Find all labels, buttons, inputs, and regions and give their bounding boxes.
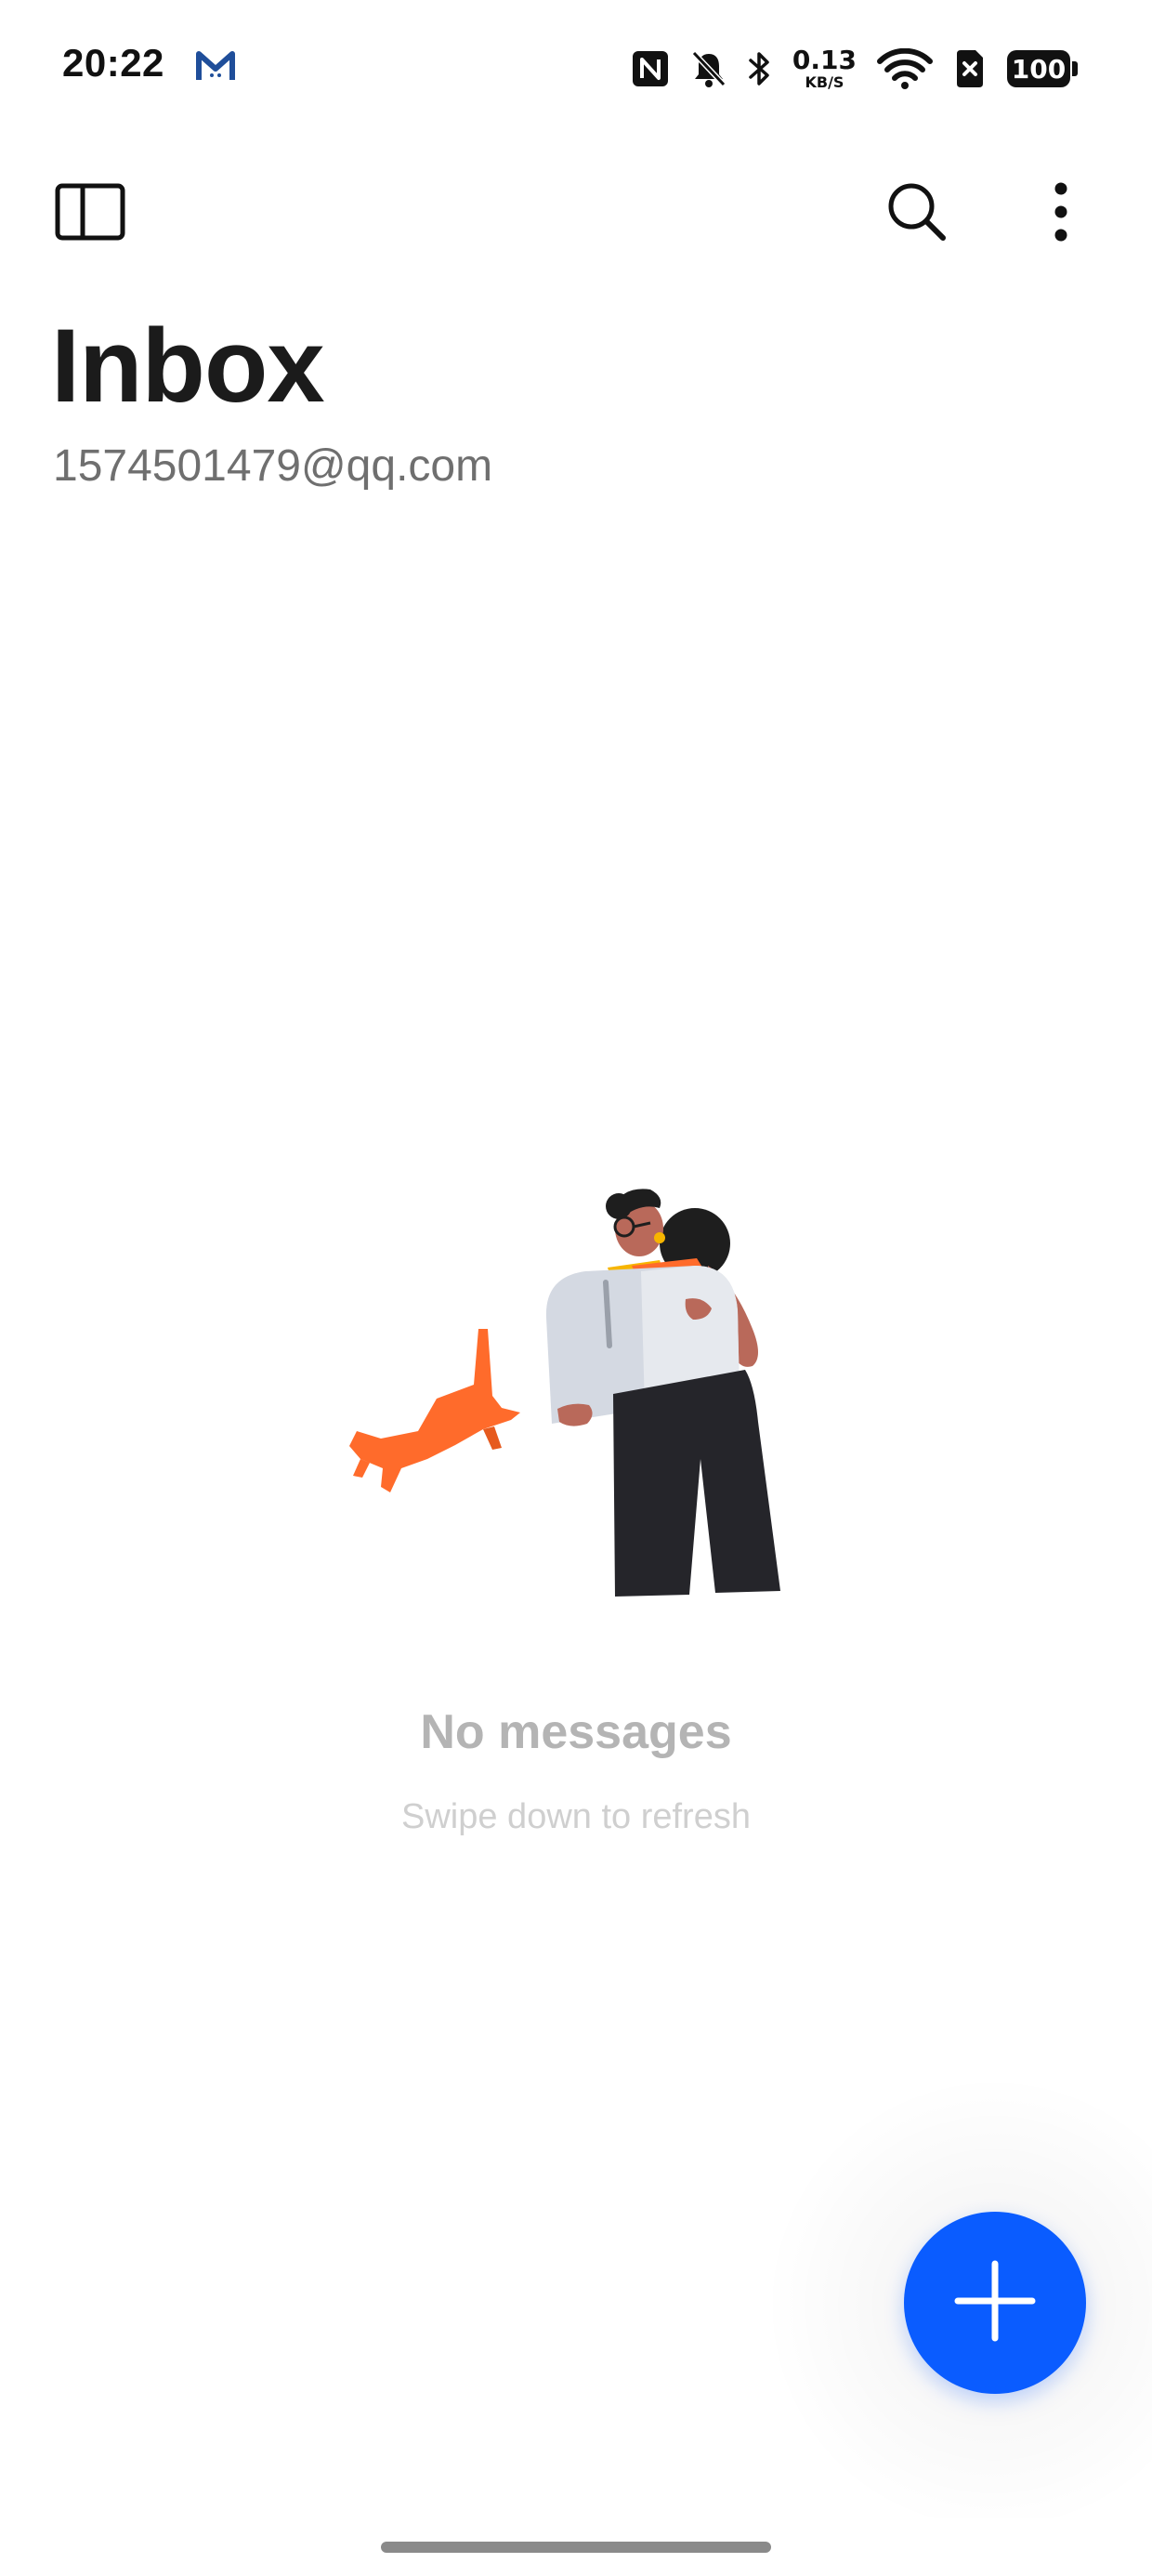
- battery-icon: 100: [1007, 50, 1078, 87]
- more-vert-icon: [1052, 181, 1070, 247]
- bluetooth-icon: [748, 49, 772, 88]
- status-bar: 20:22 0.13 KB/S 100: [0, 0, 1152, 139]
- wifi-icon: [877, 48, 933, 89]
- nfc-icon: [631, 49, 670, 88]
- cat-illustration: [349, 1329, 520, 1492]
- empty-inbox-illustration: [344, 1180, 790, 1645]
- more-options-button[interactable]: [1015, 167, 1107, 260]
- account-email: 1574501479@qq.com: [53, 441, 493, 491]
- home-indicator[interactable]: [381, 2542, 771, 2553]
- bell-muted-icon: [690, 49, 727, 88]
- page-title: Inbox: [51, 308, 325, 424]
- battery-level: 100: [1007, 50, 1070, 87]
- net-speed-unit: KB/S: [805, 73, 844, 91]
- status-icons: 0.13 KB/S 100: [631, 41, 1078, 97]
- status-time: 20:22: [62, 41, 164, 85]
- compose-fab[interactable]: [904, 2212, 1086, 2394]
- net-speed-indicator: 0.13 KB/S: [792, 47, 857, 90]
- empty-state-title: No messages: [420, 1705, 732, 1759]
- drawer-toggle-button[interactable]: [44, 167, 137, 260]
- drawer-toggle-icon: [55, 183, 125, 245]
- search-button[interactable]: [871, 167, 963, 260]
- sim-x-icon: [953, 48, 987, 89]
- net-speed-value: 0.13: [792, 45, 857, 75]
- mail-app-notification-icon: [195, 48, 236, 84]
- top-app-bar: [0, 158, 1152, 269]
- empty-state-subtitle: Swipe down to refresh: [401, 1797, 751, 1836]
- search-icon: [885, 180, 949, 248]
- plus-icon: [950, 2256, 1040, 2350]
